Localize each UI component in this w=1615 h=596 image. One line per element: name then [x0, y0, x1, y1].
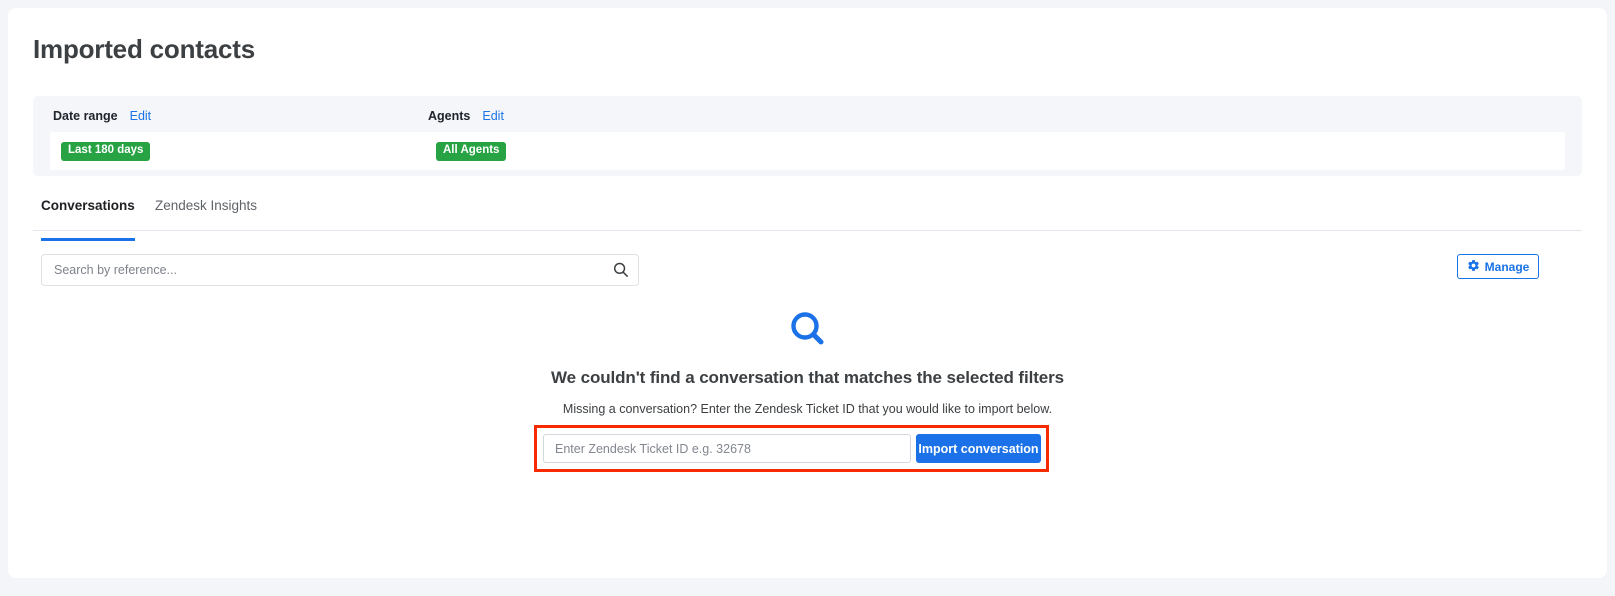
- search-field-wrapper: [41, 254, 639, 286]
- page-title: Imported contacts: [33, 34, 255, 64]
- filter-panel: Date range Edit Last 180 days Agents Edi…: [33, 96, 1582, 176]
- empty-state: We couldn't find a conversation that mat…: [8, 308, 1607, 416]
- filter-date-range-header: Date range Edit: [53, 109, 151, 123]
- search-icon: [786, 308, 830, 352]
- filter-agents-label: Agents: [428, 109, 471, 123]
- tab-conversations[interactable]: Conversations: [41, 198, 135, 241]
- filter-date-range-chip[interactable]: Last 180 days: [61, 142, 151, 161]
- filter-agents-header: Agents Edit: [428, 109, 504, 123]
- filter-date-range-label: Date range: [53, 109, 118, 123]
- filter-agents-edit-link[interactable]: Edit: [482, 109, 504, 123]
- filter-date-range-edit-link[interactable]: Edit: [130, 109, 152, 123]
- manage-button-label: Manage: [1484, 259, 1530, 274]
- tab-bar: Conversations Zendesk Insights: [33, 198, 1582, 241]
- filter-agents-chip[interactable]: All Agents: [436, 142, 507, 161]
- empty-state-title: We couldn't find a conversation that mat…: [550, 368, 1064, 387]
- import-conversation-button[interactable]: Import conversation: [916, 434, 1041, 463]
- zendesk-ticket-id-input[interactable]: [543, 434, 911, 463]
- search-icon[interactable]: [612, 261, 630, 279]
- tab-zendesk-insights[interactable]: Zendesk Insights: [155, 198, 257, 238]
- page-card: Imported contacts Date range Edit Last 1…: [8, 8, 1607, 578]
- manage-button[interactable]: Manage: [1457, 254, 1539, 279]
- search-input[interactable]: [42, 255, 602, 285]
- empty-state-subtitle: Missing a conversation? Enter the Zendes…: [562, 402, 1053, 416]
- gear-icon: [1467, 259, 1480, 275]
- filter-date-range-value-box[interactable]: Last 180 days: [50, 132, 425, 170]
- filter-agents-value-box[interactable]: All Agents: [425, 132, 1565, 170]
